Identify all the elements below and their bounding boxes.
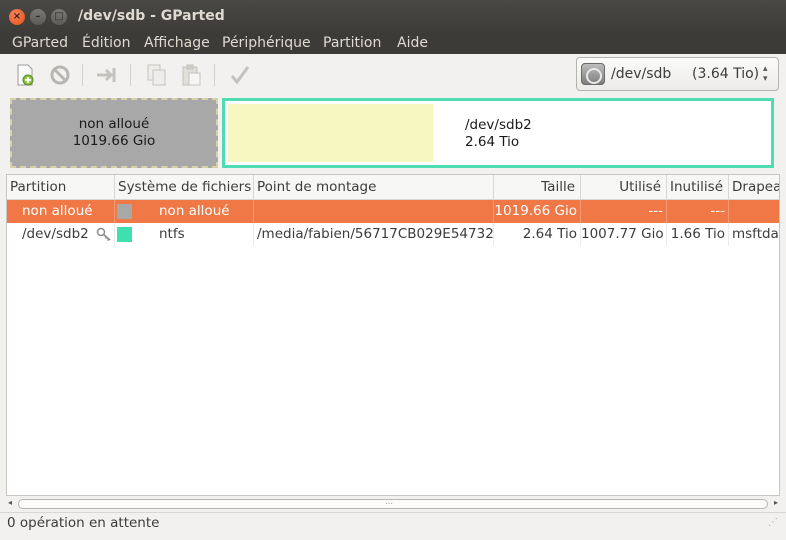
horizontal-scrollbar[interactable]: ◂ ⋯ ▸ — [8, 497, 778, 511]
toolbar-separator — [130, 64, 131, 86]
cell-used: 1007.77 Gio — [581, 226, 664, 242]
menu-aide[interactable]: Aide — [397, 35, 428, 51]
cell-partition: non alloué — [22, 203, 93, 219]
filesystem-color-swatch — [117, 204, 132, 219]
menu-peripherique[interactable]: Périphérique — [222, 35, 311, 51]
partition-table: Partition Système de fichiers Point de m… — [6, 174, 780, 496]
menu-gparted[interactable]: GParted — [12, 35, 68, 51]
apply-icon — [230, 66, 250, 85]
paste-button[interactable] — [178, 62, 204, 88]
cell-filesystem: non alloué — [159, 203, 230, 219]
scrollbar-trough[interactable]: ⋯ — [18, 499, 768, 509]
resize-move-icon — [97, 68, 116, 82]
menu-edition[interactable]: Édition — [82, 35, 130, 51]
close-window-button[interactable]: × — [9, 9, 25, 25]
table-header: Partition Système de fichiers Point de m… — [7, 175, 779, 200]
column-divider — [253, 200, 254, 223]
device-name: /dev/sdb — [611, 66, 672, 82]
copy-icon — [147, 64, 166, 86]
cell-mountpoint — [257, 200, 493, 223]
column-divider — [253, 223, 254, 246]
resize-move-button[interactable] — [94, 62, 120, 88]
column-divider — [728, 223, 729, 246]
toolbar-separator — [82, 64, 83, 86]
column-header-unused[interactable]: Inutilisé — [667, 175, 729, 200]
table-row[interactable]: non alloué non alloué 1019.66 Gio --- --… — [7, 200, 779, 223]
graph-sdb2-text: /dev/sdb2 2.64 Tio — [465, 117, 532, 151]
menu-partition[interactable]: Partition — [323, 35, 381, 51]
cell-filesystem: ntfs — [159, 226, 185, 242]
cell-used: --- — [648, 203, 663, 219]
cell-flags — [732, 200, 779, 223]
cell-mountpoint: /media/fabien/56717CB029E54732 — [257, 226, 493, 242]
filesystem-color-swatch — [117, 227, 132, 242]
scroll-right-icon[interactable]: ▸ — [774, 498, 778, 507]
column-header-size[interactable]: Taille — [494, 175, 581, 200]
cell-unused: 1.66 Tio — [670, 226, 725, 242]
graph-sdb2-size: 2.64 Tio — [465, 134, 520, 150]
column-header-used[interactable]: Utilisé — [581, 175, 667, 200]
column-header-partition[interactable]: Partition — [7, 175, 115, 200]
menu-affichage[interactable]: Affichage — [144, 35, 210, 51]
status-bar: 0 opération en attente ⋰ — [0, 512, 786, 534]
delete-icon — [50, 65, 70, 85]
apply-button[interactable] — [227, 62, 253, 88]
graph-sdb2-label: /dev/sdb2 — [465, 117, 532, 133]
toolbar-separator — [214, 64, 215, 86]
paste-icon — [182, 64, 201, 86]
column-divider — [114, 200, 115, 223]
dropdown-arrows-icon: ▴ ▾ — [763, 64, 768, 84]
device-size: (3.64 Tio) — [692, 66, 760, 82]
cell-unused: --- — [710, 203, 725, 219]
minimize-window-button[interactable]: – — [30, 9, 46, 25]
pending-operations-status: 0 opération en attente — [7, 515, 160, 531]
gparted-window: × – □ /dev/sdb - GParted GParted Édition… — [0, 0, 786, 540]
new-partition-button[interactable] — [12, 62, 38, 88]
column-header-mountpoint[interactable]: Point de montage — [254, 175, 494, 200]
key-icon — [96, 226, 112, 246]
graph-sdb2-used-area — [228, 104, 433, 162]
partition-graph: non alloué 1019.66 Gio /dev/sdb2 2.64 Ti… — [10, 98, 776, 168]
window-title: /dev/sdb - GParted — [78, 8, 225, 24]
copy-button[interactable] — [143, 62, 169, 88]
table-row[interactable]: /dev/sdb2 ntfs /media/fabien/56717CB029E… — [7, 223, 779, 246]
menu-bar: GParted Édition Affichage Périphérique P… — [0, 34, 786, 54]
graph-unallocated-label: non alloué — [78, 116, 150, 132]
delete-partition-button[interactable] — [47, 62, 73, 88]
scrollbar-grip-icon: ⋯ — [385, 499, 393, 508]
cell-size: 1019.66 Gio — [494, 203, 577, 219]
maximize-window-button[interactable]: □ — [51, 9, 67, 25]
column-divider — [114, 223, 115, 246]
cell-partition: /dev/sdb2 — [22, 226, 89, 242]
graph-unallocated-block[interactable]: non alloué 1019.66 Gio — [10, 98, 218, 168]
resize-grip-icon[interactable]: ⋰ — [768, 517, 778, 528]
graph-unallocated-size: 1019.66 Gio — [72, 133, 156, 149]
hard-disk-icon — [581, 63, 605, 85]
column-divider — [728, 200, 729, 223]
graph-sdb2-block[interactable]: /dev/sdb2 2.64 Tio — [222, 98, 774, 168]
cell-size: 2.64 Tio — [522, 226, 577, 242]
column-header-flags[interactable]: Drapeaux — [729, 175, 779, 200]
title-bar: × – □ /dev/sdb - GParted — [0, 0, 786, 34]
cell-flags: msftdata — [732, 226, 779, 242]
scroll-left-icon[interactable]: ◂ — [8, 498, 12, 507]
column-header-filesystem[interactable]: Système de fichiers — [115, 175, 254, 200]
device-selector[interactable]: /dev/sdb (3.64 Tio) ▴ ▾ — [576, 57, 779, 91]
new-icon — [17, 64, 34, 86]
